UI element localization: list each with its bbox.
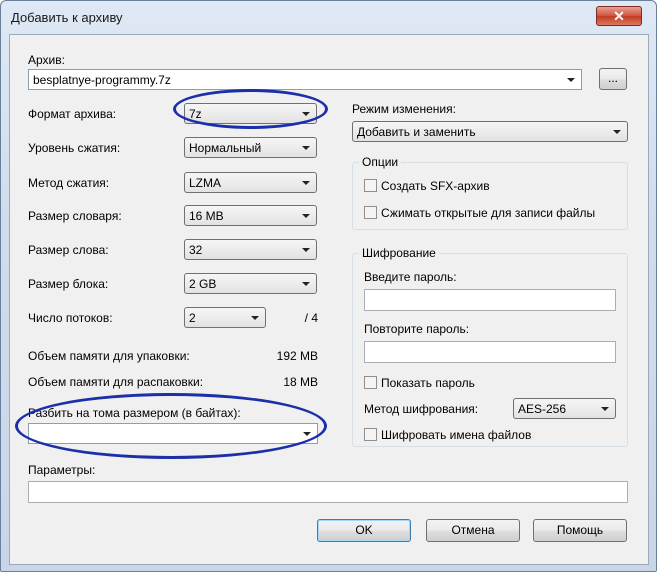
- encryption-title: Шифрование: [359, 246, 439, 260]
- format-label: Формат архива:: [28, 107, 117, 121]
- sfx-label: Создать SFX-архив: [381, 179, 490, 193]
- window-title: Добавить к архиву: [11, 10, 123, 25]
- encrypt-names-label: Шифровать имена файлов: [381, 428, 532, 442]
- chevron-down-icon: [302, 112, 310, 116]
- ok-label: OK: [355, 523, 373, 537]
- level-value: Нормальный: [189, 141, 262, 155]
- word-label: Размер слова:: [28, 243, 109, 257]
- format-value: 7z: [189, 107, 202, 121]
- block-value: 2 GB: [189, 277, 217, 291]
- repeat-password-input[interactable]: [364, 341, 616, 363]
- archive-path-combo[interactable]: besplatnye-programmy.7z: [28, 69, 582, 90]
- dict-label: Размер словаря:: [28, 209, 122, 223]
- level-label: Уровень сжатия:: [28, 141, 121, 155]
- chevron-down-icon: [567, 78, 575, 82]
- mode-label: Режим изменения:: [352, 102, 456, 116]
- mode-value: Добавить и заменить: [357, 125, 476, 139]
- chevron-down-icon: [302, 146, 310, 150]
- params-label: Параметры:: [28, 463, 96, 477]
- show-password-label: Показать пароль: [381, 376, 475, 390]
- method-select[interactable]: LZMA: [184, 172, 317, 193]
- format-select[interactable]: 7z: [184, 103, 317, 124]
- mem-unpack-value: 18 MB: [283, 375, 318, 389]
- word-value: 32: [189, 243, 203, 257]
- word-select[interactable]: 32: [184, 239, 317, 260]
- sfx-checkbox[interactable]: [364, 179, 377, 192]
- shared-files-label: Сжимать открытые для записи файлы: [381, 206, 596, 220]
- chevron-down-icon: [613, 130, 621, 134]
- ok-button[interactable]: OK: [317, 519, 411, 542]
- threads-max: / 4: [304, 311, 318, 325]
- block-select[interactable]: 2 GB: [184, 273, 317, 294]
- threads-label: Число потоков:: [28, 311, 113, 325]
- split-volume-combo[interactable]: [28, 423, 318, 444]
- mem-pack-label: Объем памяти для упаковки:: [28, 349, 190, 363]
- options-title: Опции: [359, 155, 402, 169]
- dict-value: 16 MB: [189, 209, 224, 223]
- mem-pack-value: 192 MB: [276, 349, 318, 363]
- chevron-down-icon: [251, 316, 259, 320]
- cancel-label: Отмена: [451, 523, 495, 537]
- chevron-down-icon: [302, 282, 310, 286]
- mode-select[interactable]: Добавить и заменить: [352, 121, 628, 142]
- dialog-body: Архив: besplatnye-programmy.7z ... Форма…: [9, 34, 649, 565]
- encrypt-names-checkbox[interactable]: [364, 428, 377, 441]
- split-label: Разбить на тома размером (в байтах):: [28, 406, 241, 420]
- password-input[interactable]: [364, 289, 616, 311]
- encryption-method-label: Метод шифрования:: [364, 402, 479, 416]
- show-password-checkbox[interactable]: [364, 376, 377, 389]
- close-icon: ✕: [613, 8, 625, 24]
- repeat-password-label: Повторите пароль:: [364, 322, 470, 336]
- password-label: Введите пароль:: [364, 270, 457, 284]
- browse-button[interactable]: ...: [599, 68, 627, 90]
- block-label: Размер блока:: [28, 277, 109, 291]
- archive-path-value: besplatnye-programmy.7z: [33, 73, 171, 87]
- encryption-method-select[interactable]: AES-256: [513, 398, 616, 419]
- chevron-down-icon: [302, 214, 310, 218]
- method-value: LZMA: [189, 176, 222, 190]
- close-button[interactable]: ✕: [596, 6, 642, 26]
- help-label: Помощь: [556, 523, 604, 537]
- shared-files-checkbox[interactable]: [364, 206, 377, 219]
- browse-label: ...: [607, 71, 618, 85]
- params-input[interactable]: [28, 481, 628, 503]
- mem-unpack-label: Объем памяти для распаковки:: [28, 375, 204, 389]
- chevron-down-icon: [302, 181, 310, 185]
- level-select[interactable]: Нормальный: [184, 137, 317, 158]
- cancel-button[interactable]: Отмена: [426, 519, 520, 542]
- dict-select[interactable]: 16 MB: [184, 205, 317, 226]
- chevron-down-icon: [302, 248, 310, 252]
- chevron-down-icon: [303, 432, 311, 436]
- method-label: Метод сжатия:: [28, 176, 110, 190]
- archive-label: Архив:: [28, 53, 65, 67]
- chevron-down-icon: [601, 407, 609, 411]
- add-to-archive-dialog: Добавить к архиву ✕ Архив: besplatnye-pr…: [0, 0, 657, 572]
- help-button[interactable]: Помощь: [533, 519, 627, 542]
- threads-value: 2: [189, 311, 196, 325]
- threads-select[interactable]: 2: [184, 307, 266, 328]
- encryption-method-value: AES-256: [518, 402, 567, 416]
